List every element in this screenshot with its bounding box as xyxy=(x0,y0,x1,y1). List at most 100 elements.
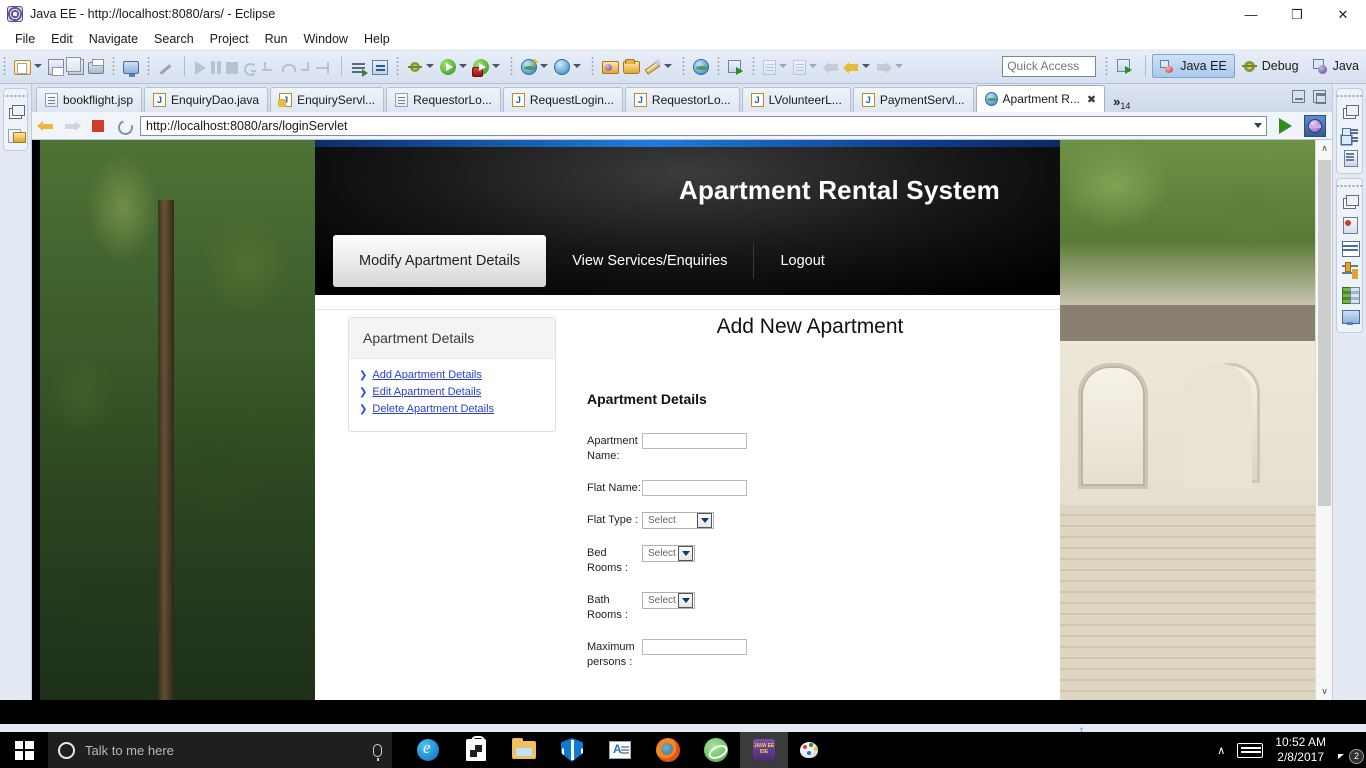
browser-url-input[interactable]: http://localhost:8080/ars/loginServlet xyxy=(140,115,1267,136)
list-item[interactable]: ❯ Add Apartment Details xyxy=(359,368,545,383)
menu-item-file[interactable]: File xyxy=(7,32,43,46)
scrollbar-thumb[interactable] xyxy=(1318,160,1331,506)
scroll-up-icon[interactable]: ∧ xyxy=(1316,140,1333,157)
open-type-icon[interactable] xyxy=(602,61,619,74)
close-icon[interactable]: ✖ xyxy=(1087,93,1096,106)
external-tools-dropdown-icon[interactable] xyxy=(492,64,500,68)
editor-tab-requestorlo-jsp[interactable]: RequestorLo... xyxy=(386,87,501,112)
sidebar-link-add-apartment-details[interactable]: Add Apartment Details xyxy=(372,368,481,383)
editor-tab-enquiryservlet[interactable]: J EnquiryServl... xyxy=(270,87,385,112)
microphone-icon[interactable] xyxy=(373,743,382,761)
debug-dropdown-icon[interactable] xyxy=(426,64,434,68)
editor-tab-overflow[interactable]: » 14 xyxy=(1107,94,1134,112)
format-icon[interactable] xyxy=(644,59,661,75)
toolbar-grip-9[interactable] xyxy=(752,56,755,76)
toolbar-grip-5[interactable] xyxy=(510,56,513,76)
perspective-java[interactable]: Java xyxy=(1306,54,1366,78)
open-web-browser-icon[interactable] xyxy=(693,59,709,75)
outline-view-icon[interactable] xyxy=(1338,124,1362,146)
taskbar-app-microsoft-edge[interactable] xyxy=(404,732,452,768)
toolbar-grip-4[interactable] xyxy=(396,56,399,76)
right-fast-view-grip-2[interactable] xyxy=(1337,182,1362,189)
cortana-search-box[interactable]: Talk to me here xyxy=(48,732,392,768)
new-dropdown-icon[interactable] xyxy=(34,64,42,68)
flat-name-input[interactable] xyxy=(642,480,747,496)
back-navigation-dropdown-icon[interactable] xyxy=(862,64,870,68)
new-sql-dropdown-icon[interactable] xyxy=(573,64,581,68)
open-resource-icon[interactable] xyxy=(623,59,640,74)
editor-tab-requestlogin[interactable]: J RequestLogin... xyxy=(502,87,623,112)
restore-view-icon-2[interactable] xyxy=(1338,191,1362,213)
editor-tab-paymentservlet[interactable]: J PaymentServl... xyxy=(852,87,974,112)
editor-tab-lvolunteerl[interactable]: J LVolunteerL... xyxy=(741,87,851,112)
menu-item-search[interactable]: Search xyxy=(146,32,202,46)
right-fast-view-grip-1[interactable] xyxy=(1337,92,1362,99)
list-item[interactable]: ❯ Delete Apartment Details xyxy=(359,402,545,417)
bed-rooms-select[interactable]: Select xyxy=(642,545,695,562)
minimize-button[interactable]: — xyxy=(1228,0,1274,28)
flat-type-select[interactable]: Select xyxy=(642,512,714,529)
minimize-editor-icon[interactable] xyxy=(1292,90,1305,103)
taskbar-app-atom-editor[interactable] xyxy=(692,732,740,768)
print-icon[interactable] xyxy=(88,59,104,74)
servers-view-icon[interactable] xyxy=(1338,214,1362,236)
maximize-editor-icon[interactable] xyxy=(1313,90,1326,104)
data-source-explorer-icon[interactable] xyxy=(1338,237,1362,259)
save-icon[interactable] xyxy=(48,59,64,76)
taskbar-app-mozilla-firefox[interactable] xyxy=(644,732,692,768)
apartment-name-input[interactable] xyxy=(642,433,747,449)
open-external-browser-button[interactable] xyxy=(1304,114,1326,137)
open-perspective-icon[interactable] xyxy=(1117,58,1133,74)
toolbar-grip-7[interactable] xyxy=(682,56,685,76)
taskbar-app-windows-defender[interactable] xyxy=(548,732,596,768)
toolbar-grip-8[interactable] xyxy=(717,56,720,76)
show-hidden-icons-icon[interactable]: ∧ xyxy=(1217,744,1225,757)
perspective-java-ee[interactable]: Java EE xyxy=(1152,54,1235,78)
menu-item-navigate[interactable]: Navigate xyxy=(81,32,146,46)
save-all-icon[interactable] xyxy=(66,57,84,75)
menu-item-window[interactable]: Window xyxy=(296,32,356,46)
menu-item-project[interactable]: Project xyxy=(202,32,257,46)
editor-tab-requestorlo-java[interactable]: J RequestorLo... xyxy=(624,87,740,112)
project-explorer-icon[interactable] xyxy=(4,124,28,146)
browser-go-icon[interactable] xyxy=(1279,117,1292,134)
close-button[interactable]: ✕ xyxy=(1320,0,1366,28)
nav-view-services-enquiries[interactable]: View Services/Enquiries xyxy=(546,235,753,287)
toolbar-grip-10[interactable] xyxy=(1105,56,1109,76)
debug-icon[interactable] xyxy=(407,59,423,75)
skip-breakpoints-icon[interactable] xyxy=(372,60,388,75)
chevron-down-icon[interactable] xyxy=(1254,123,1262,128)
page-scrollbar[interactable]: ∧ ∨ xyxy=(1315,140,1332,700)
bath-rooms-select[interactable]: Select xyxy=(642,592,695,609)
new-sql-icon[interactable] xyxy=(554,59,570,75)
back-navigation-icon[interactable] xyxy=(843,61,859,75)
touch-keyboard-icon[interactable] xyxy=(1237,742,1264,758)
maximum-persons-input[interactable] xyxy=(642,639,747,655)
snippets-view-icon[interactable] xyxy=(1338,283,1362,305)
toolbar-grip[interactable] xyxy=(3,56,6,76)
toolbar-grip-6[interactable] xyxy=(591,56,594,76)
console-view-icon[interactable] xyxy=(1338,306,1362,328)
restore-view-icon[interactable] xyxy=(1338,101,1362,123)
list-item[interactable]: ❯ Edit Apartment Details xyxy=(359,385,545,400)
left-fast-view-grip[interactable] xyxy=(4,92,27,99)
taskbar-app-file-explorer[interactable] xyxy=(500,732,548,768)
taskbar-app-microsoft-store[interactable] xyxy=(452,732,500,768)
toggle-mark-occurrences-icon[interactable] xyxy=(158,59,174,75)
toolbar-grip-3[interactable] xyxy=(147,56,150,76)
format-dropdown-icon[interactable] xyxy=(664,64,672,68)
start-button[interactable] xyxy=(0,732,48,768)
open-console-icon[interactable] xyxy=(123,61,139,77)
nav-logout[interactable]: Logout xyxy=(754,235,850,287)
toolbar-grip-2[interactable] xyxy=(112,56,115,76)
new-server-icon[interactable] xyxy=(521,55,538,75)
taskbar-app-paint[interactable] xyxy=(788,732,836,768)
menu-item-run[interactable]: Run xyxy=(257,32,296,46)
editor-tab-enquirydao-java[interactable]: J EnquiryDao.java xyxy=(144,87,269,112)
editor-tab-apartment-rental[interactable]: Apartment R... ✖ xyxy=(975,85,1106,112)
restore-view-icon[interactable] xyxy=(4,101,28,123)
properties-view-icon[interactable] xyxy=(1338,260,1362,282)
perspective-debug[interactable]: Debug xyxy=(1235,54,1306,78)
quick-access-input[interactable] xyxy=(1002,55,1097,77)
chevron-down-icon[interactable] xyxy=(678,546,693,561)
